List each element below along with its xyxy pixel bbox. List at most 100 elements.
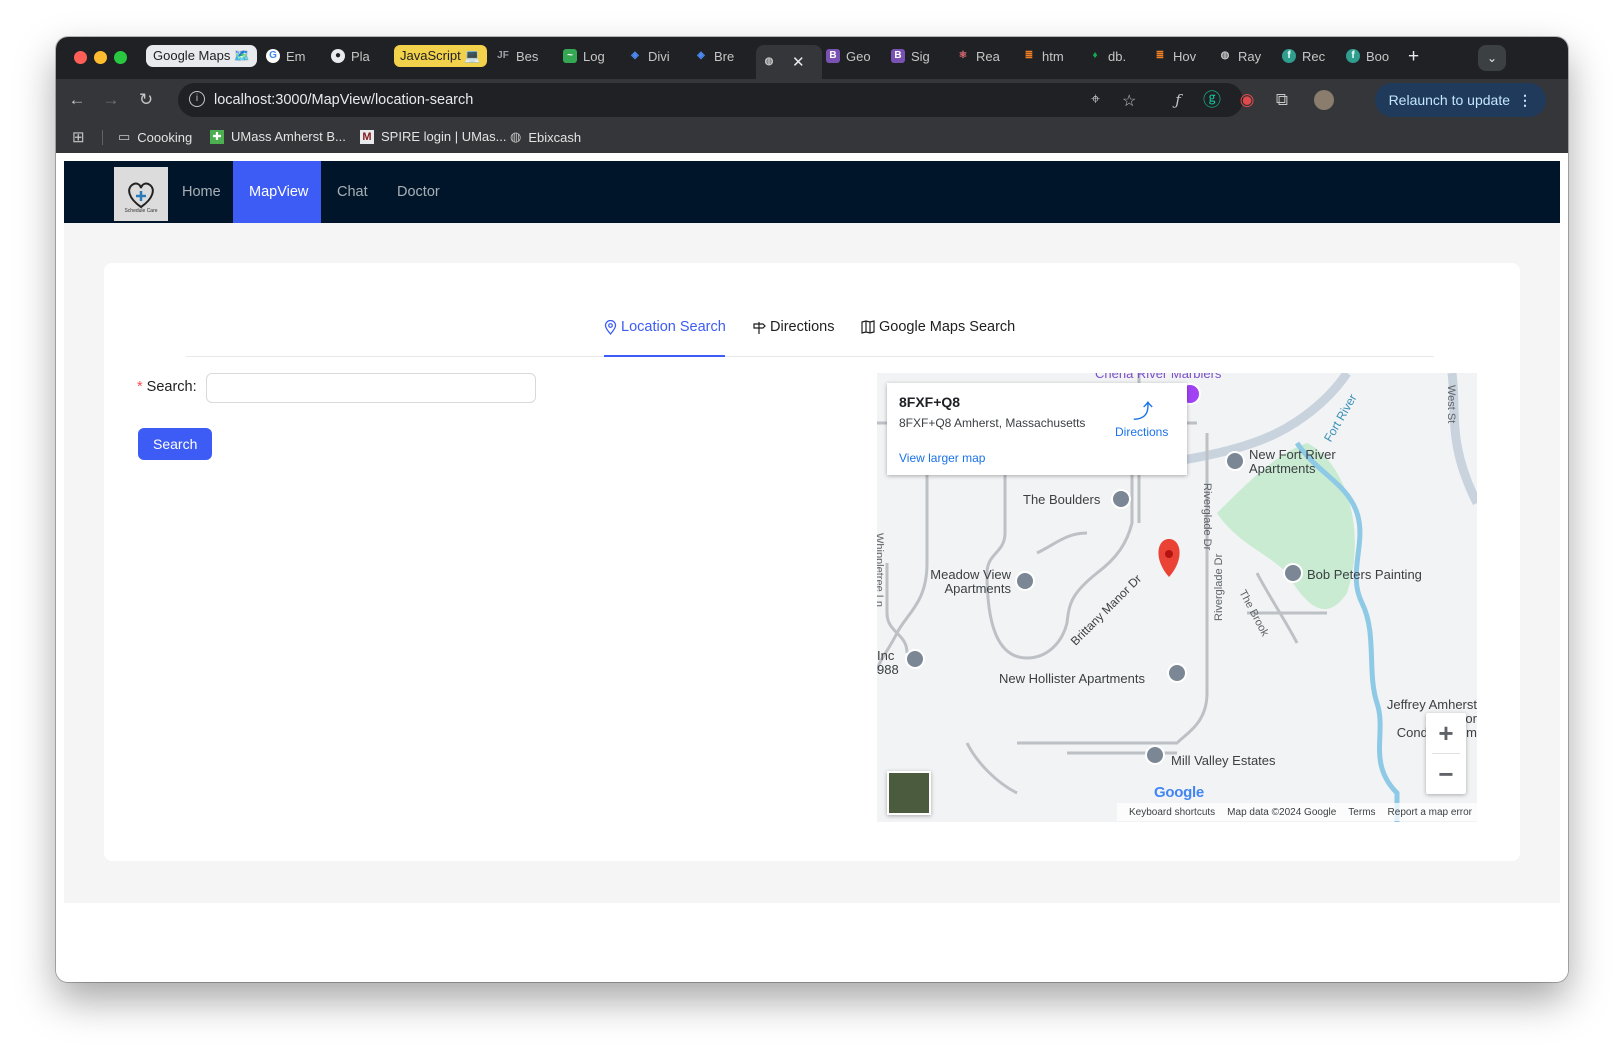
logo-favicon-icon: ~ [563,49,577,63]
forward-arrow-icon[interactable]: → [100,89,122,111]
tab-pla[interactable]: ● Pla [331,45,370,67]
close-window-button[interactable] [74,51,87,64]
relaunch-to-update-button[interactable]: Relaunch to update ⋮ [1374,83,1546,117]
jf-favicon-icon: JF [496,49,510,63]
nav-mapview[interactable]: MapView [233,161,321,223]
tab-search-chevron-icon[interactable]: ⌄ [1478,45,1506,71]
report-map-error-link[interactable]: Report a map error [1388,807,1472,818]
tab-bre[interactable]: ◈ Bre [694,45,734,67]
content-card: Location Search Directions Google Maps S… [104,263,1520,861]
signpost-icon [753,321,766,334]
bookmark-star-icon[interactable]: ☆ [1122,91,1136,111]
tab-sig[interactable]: B Sig [891,45,930,67]
tab-hov[interactable]: ≣ Hov [1153,45,1196,67]
satellite-toggle-button[interactable] [887,771,931,815]
nav-doctor[interactable]: Doctor [381,161,456,223]
tabs-divider [186,356,1434,357]
nav-home[interactable]: Home [166,161,237,223]
tab-boo[interactable]: f Boo [1346,45,1389,67]
app-layout: Schedule Care Home MapView Chat Doctor L… [64,161,1560,903]
view-larger-map-link[interactable]: View larger map [899,451,985,465]
google-wordmark: Google [1154,784,1204,801]
place-inc-988[interactable]: Inc 988 [877,649,901,677]
more-menu-icon[interactable]: ⋮ [1518,92,1532,109]
tab-bes[interactable]: JF Bes [496,45,538,67]
tab-javascript[interactable]: JavaScript 💻 [394,45,487,67]
bootstrap-favicon-icon: B [891,49,905,63]
place-new-hollister[interactable]: New Hollister Apartments [999,672,1145,686]
place-chena-river-marblers[interactable]: Chena River Marblers [1095,373,1221,381]
new-tab-plus-icon[interactable]: + [1408,46,1419,68]
place-pin-icon[interactable] [1283,563,1303,583]
search-input[interactable] [206,373,536,403]
extension-shield-icon[interactable]: ◉ [1236,89,1258,111]
terms-link[interactable]: Terms [1348,807,1375,818]
stackoverflow-favicon-icon: ≣ [1155,50,1165,61]
zoom-controls: + − [1426,713,1466,794]
tab-close-icon[interactable]: ✕ [792,53,805,71]
tab-geo[interactable]: B Geo [826,45,871,67]
place-pin-icon[interactable] [905,649,925,669]
stackoverflow-favicon-icon: ≣ [1024,50,1034,61]
url-text[interactable]: localhost:3000/MapView/location-search [214,92,473,108]
bookmark-ebixcash[interactable]: ◍ Ebixcash [510,129,581,145]
tab-htm[interactable]: ≣ htm [1022,45,1064,67]
f-favicon-icon: f [1282,49,1296,63]
label-colon: : [192,379,197,395]
profile-avatar[interactable] [1314,90,1334,110]
place-pin-icon[interactable] [1111,489,1131,509]
reload-icon[interactable]: ↻ [135,89,157,111]
tab-directions[interactable]: Directions [752,319,834,335]
zoom-window-button[interactable] [114,51,127,64]
search-button[interactable]: Search [138,428,213,460]
tab-current[interactable]: ◍ ✕ [756,45,822,79]
place-pin-icon[interactable] [1145,745,1165,765]
umass-m-favicon-icon: M [360,129,374,144]
tab-google-maps-search[interactable]: Google Maps Search [861,319,1015,335]
folder-icon: ▭ [118,129,131,144]
place-meadow-view[interactable]: Meadow View Apartments [921,568,1011,596]
bookmark-coooking[interactable]: ▭ Coooking [118,129,192,145]
location-pin-icon[interactable]: ⌖ [1091,91,1100,109]
site-info-icon[interactable]: i [189,91,205,107]
address-bar[interactable]: i localhost:3000/MapView/location-search… [178,83,1243,117]
place-the-boulders[interactable]: The Boulders [1023,493,1100,507]
place-pin-icon[interactable] [1015,571,1035,591]
tab-location-search[interactable]: Location Search [604,319,726,335]
fx-extension-icon[interactable]: ƒ [1167,89,1189,111]
map-data-text: Map data ©2024 Google [1227,806,1337,818]
bookmark-spire-login[interactable]: M SPIRE login | UMas... [360,129,506,144]
grammarly-extension-icon[interactable]: ⓖ [1201,89,1223,111]
nav-chat[interactable]: Chat [321,161,384,223]
globe-favicon-icon: ◍ [510,129,522,144]
tab-ray[interactable]: ◍ Ray [1218,45,1262,67]
place-bob-peters-painting[interactable]: Bob Peters Painting [1307,568,1422,582]
tab-divi[interactable]: ◈ Divi [628,45,670,67]
directions-arrow-icon[interactable]: ⤴ [1133,395,1153,424]
tab-google-maps[interactable]: Google Maps 🗺️ [146,45,258,67]
place-mill-valley-estates[interactable]: Mill Valley Estates [1171,754,1276,768]
bookmark-umass-amherst[interactable]: ✚ UMass Amherst B... [210,129,346,144]
app-logo[interactable]: Schedule Care [114,167,168,221]
keyboard-shortcuts-link[interactable]: Keyboard shortcuts [1129,807,1215,818]
zoom-out-button[interactable]: − [1426,754,1466,794]
back-arrow-icon[interactable]: ← [66,89,88,111]
apps-grid-icon[interactable]: ⊞ [72,128,85,146]
directions-link[interactable]: Directions [1115,425,1168,439]
tab-rea[interactable]: ⚛ Rea [956,45,1000,67]
tab-rec[interactable]: f Rec [1282,45,1325,67]
place-new-fort-river[interactable]: New Fort River Apartments [1249,448,1359,476]
tab-strip: Google Maps 🗺️ G Em ● Pla JavaScript 💻 JF B… [56,37,1568,79]
zoom-in-button[interactable]: + [1426,713,1466,753]
tab-em[interactable]: G Em [266,45,306,67]
place-pin-icon[interactable] [1225,451,1245,471]
page-viewport: Schedule Care Home MapView Chat Doctor L… [56,153,1568,982]
tab-log[interactable]: ~ Log [563,45,605,67]
tab-db[interactable]: ♦ db. [1088,45,1126,67]
minimize-window-button[interactable] [94,51,107,64]
bookmarks-bar: ⊞ ▭ Coooking ✚ UMass Amherst B... M SPIRE l… [56,121,1568,153]
active-tab-ink [604,355,725,357]
embedded-google-map[interactable]: Whippletree Ln Riverglade Dr Riverglade … [877,373,1477,822]
place-pin-icon[interactable] [1167,663,1187,683]
extensions-puzzle-icon[interactable]: ⧉ [1271,89,1293,111]
